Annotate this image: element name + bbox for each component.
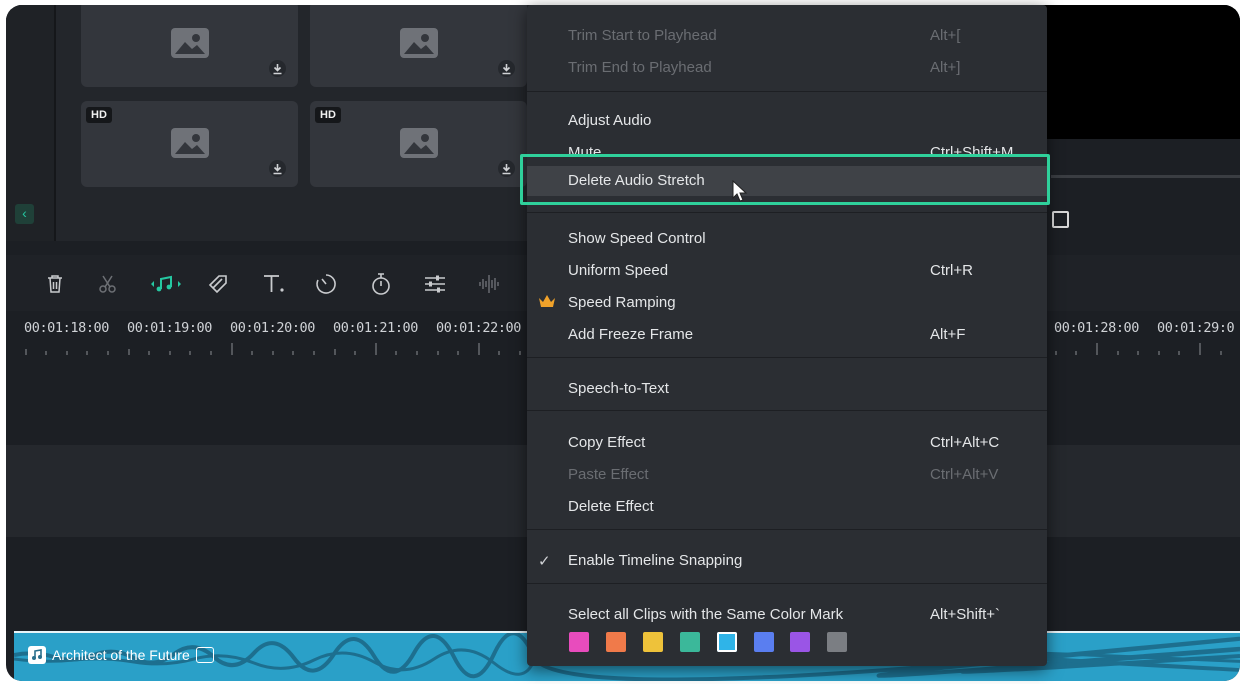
menu-item-trim-start[interactable]: Trim Start to Playhead Alt+[ [527, 21, 1047, 51]
menu-item-uniform-speed[interactable]: Uniform Speed Ctrl+R [527, 256, 1047, 286]
download-icon[interactable] [269, 160, 286, 177]
menu-item-show-speed-control[interactable]: Show Speed Control [527, 224, 1047, 254]
menu-item-add-freeze-frame[interactable]: Add Freeze Frame Alt+F [527, 320, 1047, 350]
audio-split-icon[interactable] [476, 271, 502, 297]
image-placeholder-icon [399, 128, 438, 158]
speed-icon[interactable] [313, 271, 339, 297]
hd-badge: HD [86, 107, 112, 123]
media-tile[interactable]: HD [81, 101, 298, 187]
text-icon[interactable] [261, 271, 287, 297]
preview-screen [1041, 5, 1240, 139]
color-mark-cyan[interactable] [717, 632, 737, 652]
ruler-label: 00:01:20:00 [230, 320, 316, 336]
download-icon[interactable] [498, 160, 515, 177]
media-tile[interactable] [81, 5, 298, 87]
hd-badge: HD [315, 107, 341, 123]
checkmark-icon: ✓ [538, 553, 551, 570]
media-library: ‹ HD HD [6, 5, 546, 241]
color-mark-purple[interactable] [790, 632, 810, 652]
image-placeholder-icon [170, 28, 209, 58]
media-tile[interactable] [310, 5, 527, 87]
preview-checkbox[interactable] [1052, 211, 1069, 228]
color-mark-blue[interactable] [754, 632, 774, 652]
crown-icon [538, 294, 556, 313]
timer-icon[interactable] [368, 271, 394, 297]
menu-separator [527, 410, 1047, 411]
color-mark-gray[interactable] [827, 632, 847, 652]
image-placeholder-icon [399, 28, 438, 58]
menu-item-select-same-color[interactable]: Select all Clips with the Same Color Mar… [527, 600, 1047, 630]
audio-effect-icon [195, 647, 214, 663]
menu-item-paste-effect[interactable]: Paste Effect Ctrl+Alt+V [527, 460, 1047, 490]
collapse-library-button[interactable]: ‹ [15, 204, 34, 224]
ruler-label: 00:01:18:00 [24, 320, 110, 336]
audio-clip-title: Architect of the Future [52, 647, 190, 663]
delete-icon[interactable] [42, 271, 68, 297]
download-icon[interactable] [269, 60, 286, 77]
mouse-cursor-icon [732, 180, 748, 202]
menu-item-copy-effect[interactable]: Copy Effect Ctrl+Alt+C [527, 428, 1047, 458]
menu-separator [527, 357, 1047, 358]
scissors-icon[interactable] [95, 271, 121, 297]
color-mark-green[interactable] [680, 632, 700, 652]
color-mark-orange[interactable] [606, 632, 626, 652]
color-mark-pink[interactable] [569, 632, 589, 652]
adjust-icon[interactable] [422, 271, 448, 297]
menu-separator [527, 91, 1047, 92]
menu-item-enable-timeline-snapping[interactable]: ✓ Enable Timeline Snapping [527, 546, 1047, 576]
image-placeholder-icon [170, 128, 209, 158]
menu-item-delete-effect[interactable]: Delete Effect [527, 492, 1047, 522]
menu-item-speech-to-text[interactable]: Speech-to-Text [527, 374, 1047, 404]
audio-clip-header: Architect of the Future [28, 645, 214, 665]
menu-item-delete-audio-stretch[interactable]: Delete Audio Stretch [527, 166, 1047, 196]
ruler-label: 00:01:28:00 [1054, 320, 1140, 336]
music-note-icon [28, 646, 46, 664]
menu-separator [527, 529, 1047, 530]
audio-stretch-icon[interactable] [150, 271, 182, 297]
menu-item-speed-ramping[interactable]: Speed Ramping [527, 288, 1047, 318]
ruler-label: 00:01:22:00 [436, 320, 522, 336]
context-menu: Trim Start to Playhead Alt+[ Trim End to … [527, 5, 1047, 666]
media-tile[interactable]: HD [310, 101, 527, 187]
ruler-label: 00:01:21:00 [333, 320, 419, 336]
menu-separator [527, 212, 1047, 213]
mask-icon[interactable] [205, 271, 231, 297]
ruler-label: 00:01:19:00 [127, 320, 213, 336]
menu-item-mute[interactable]: Mute Ctrl+Shift+M [527, 138, 1047, 168]
menu-separator [527, 583, 1047, 584]
ruler-label: 00:01:29:0 [1157, 320, 1235, 336]
menu-item-trim-end[interactable]: Trim End to Playhead Alt+] [527, 53, 1047, 83]
menu-item-adjust-audio[interactable]: Adjust Audio [527, 106, 1047, 136]
preview-scrubber[interactable] [1051, 175, 1240, 178]
color-mark-yellow[interactable] [643, 632, 663, 652]
download-icon[interactable] [498, 60, 515, 77]
